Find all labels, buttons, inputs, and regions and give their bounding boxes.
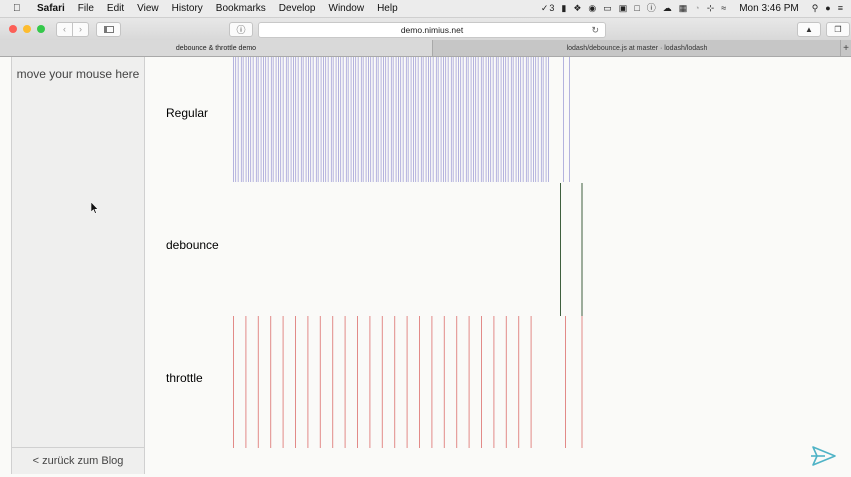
menu-bar:  Safari File Edit View History Bookmark… [0, 0, 851, 18]
send-plane-icon[interactable] [811, 445, 837, 467]
privacy-report-button[interactable]: ⓘ [229, 22, 253, 37]
menu-app-name[interactable]: Safari [37, 3, 65, 14]
window-icon[interactable]: □ [634, 0, 639, 17]
browser-toolbar: ‹ › ⓘ demo.nimius.net ↻ ▲ ❐ [0, 18, 851, 40]
menu-window[interactable]: Window [329, 3, 365, 14]
window-controls [9, 25, 45, 33]
sidebar-toggle-button[interactable] [96, 21, 121, 37]
tabs-overview-icon: ❐ [834, 25, 842, 34]
info-circle-icon: ⓘ [236, 25, 246, 35]
notification-list-icon[interactable]: ≡ [838, 0, 843, 17]
sidebar-icon [103, 25, 114, 33]
plus-icon: + [843, 42, 849, 54]
wifi-icon[interactable]: ≈ [721, 0, 726, 17]
menu-develop[interactable]: Develop [279, 3, 316, 14]
close-window-button[interactable] [9, 25, 17, 33]
apple-icon[interactable]:  [13, 3, 25, 14]
address-bar[interactable]: demo.nimius.net ↻ [258, 22, 606, 38]
share-button[interactable]: ▲ [797, 22, 821, 37]
info-icon[interactable]: ⓘ [647, 0, 656, 17]
url-text: demo.nimius.net [400, 25, 464, 35]
status-area: ✓ 3 ▮ ❖ ◉ ▭ ▣ □ ⓘ ☁ ▦ ◔ ⊹ ≈ Mon 3:46 PM ⚲… [541, 0, 843, 17]
display-icon[interactable]: ▭ [603, 0, 612, 17]
status-app-icon[interactable]: ◉ [588, 0, 596, 17]
menu-clock[interactable]: Mon 3:46 PM [739, 3, 798, 14]
status-count: 3 [549, 3, 555, 13]
chevron-right-icon: › [79, 24, 82, 34]
search-icon[interactable]: ⚲ [812, 0, 819, 17]
status-check-icon[interactable]: ✓ [541, 0, 549, 17]
minimize-window-button[interactable] [23, 25, 31, 33]
tab-title: lodash/debounce.js at master · lodash/lo… [566, 44, 708, 52]
bluetooth-icon[interactable]: ⊹ [707, 0, 715, 17]
menu-view[interactable]: View [137, 3, 159, 14]
cloud-icon[interactable]: ☁ [663, 0, 672, 17]
screen:  Safari File Edit View History Bookmark… [0, 0, 851, 477]
status-battery-icon[interactable]: ▮ [561, 0, 566, 17]
grid-icon[interactable]: ▦ [679, 0, 688, 17]
dropbox-icon[interactable]: ❖ [573, 0, 581, 17]
chevron-left-icon: ‹ [63, 24, 66, 34]
timer-icon[interactable]: ◔ [694, 0, 699, 17]
tab-bar: debounce & throttle demo lodash/debounce… [0, 40, 851, 57]
tab-debounce-demo[interactable]: debounce & throttle demo [0, 40, 433, 56]
page-content: move your mouse here < zurück zum Blog R… [0, 57, 851, 477]
menu-edit[interactable]: Edit [107, 3, 124, 14]
share-icon: ▲ [805, 25, 813, 34]
show-all-tabs-button[interactable]: ❐ [826, 22, 850, 37]
menu-file[interactable]: File [78, 3, 94, 14]
forward-button[interactable]: › [73, 21, 89, 37]
event-lines-canvas [233, 57, 583, 448]
siri-icon[interactable]: ● [825, 0, 830, 17]
menu-help[interactable]: Help [377, 3, 398, 14]
screen-record-icon[interactable]: ▣ [619, 0, 628, 17]
menu-history[interactable]: History [172, 3, 203, 14]
reload-icon[interactable]: ↻ [591, 23, 599, 37]
back-button[interactable]: ‹ [56, 21, 73, 37]
fullscreen-window-button[interactable] [37, 25, 45, 33]
tab-title: debounce & throttle demo [175, 44, 257, 52]
nav-buttons: ‹ › [56, 21, 89, 37]
tab-lodash-debounce[interactable]: lodash/debounce.js at master · lodash/lo… [433, 40, 841, 56]
menu-bookmarks[interactable]: Bookmarks [216, 3, 266, 14]
new-tab-button[interactable]: + [840, 40, 851, 56]
